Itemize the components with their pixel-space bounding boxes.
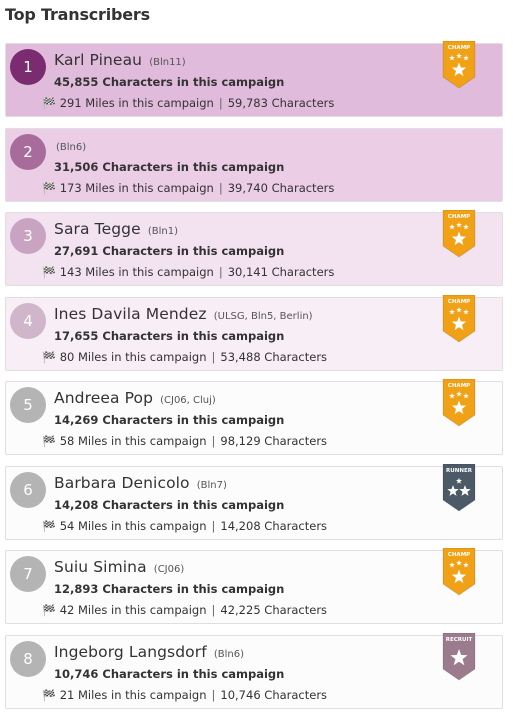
- svg-text:RECRUIT: RECRUIT: [446, 637, 473, 643]
- separator: |: [218, 265, 223, 279]
- transcriber-card[interactable]: 6 Barbara Denicolo (Bln7) 14,208 Charact…: [5, 463, 503, 540]
- separator: |: [211, 687, 216, 702]
- recruit-badge-icon: RECRUIT: [442, 632, 476, 681]
- transcriber-name[interactable]: Barbara Denicolo: [54, 474, 190, 492]
- transcriber-group: (CJ06): [153, 564, 185, 575]
- transcriber-card[interactable]: 7 Suiu Simina (CJ06) 12,893 Characters i…: [5, 548, 503, 624]
- transcriber-group: (Bln1): [147, 226, 178, 237]
- separator: |: [211, 518, 216, 533]
- checkered-flag-icon: 🏁: [42, 350, 56, 364]
- transcriber-group: (ULSG, Bln5, Berlin): [213, 310, 313, 322]
- rank-badge: 5: [10, 387, 46, 423]
- transcriber-card[interactable]: 8 Ingeborg Langsdorf (Bln6) 10,746 Chara…: [5, 632, 503, 709]
- campaign-characters: 27,691 Characters in this campaign: [54, 244, 285, 258]
- rank-badge: 7: [10, 556, 46, 592]
- campaign-characters: 14,269 Characters in this campaign: [54, 413, 285, 427]
- checkered-flag-icon: 🏁: [42, 97, 56, 110]
- transcriber-group: (Bln6): [56, 141, 87, 153]
- campaign-miles: 291 Miles in this campaign: [59, 96, 214, 110]
- checkered-flag-icon: 🏁: [42, 604, 56, 617]
- total-characters: 14,208 Characters: [220, 518, 328, 533]
- campaign-miles: 42 Miles in this campaign: [59, 603, 207, 617]
- rank-badge: 3: [10, 218, 46, 254]
- transcriber-card[interactable]: 5 Andreea Pop (CJ06, Cluj) 14,269 Charac…: [5, 379, 503, 455]
- campaign-characters: 45,855 Characters in this campaign: [54, 75, 285, 89]
- rank-badge: 8: [10, 640, 46, 677]
- total-characters: 98,129 Characters: [220, 434, 328, 448]
- campaign-miles: 143 Miles in this campaign: [59, 265, 214, 279]
- svg-text:CHAMP: CHAMP: [448, 214, 470, 220]
- separator: |: [211, 603, 216, 617]
- runner-badge-icon: RUNNER: [442, 463, 476, 512]
- transcriber-card[interactable]: 4 Ines Davila Mendez (ULSG, Bln5, Berlin…: [5, 294, 503, 371]
- transcriber-group: (Bln7): [196, 479, 227, 491]
- transcriber-card[interactable]: 2 (Bln6) 31,506 Characters in this campa…: [5, 127, 503, 202]
- checkered-flag-icon: 🏁: [42, 266, 56, 279]
- transcriber-name[interactable]: Ingeborg Langsdorf: [54, 643, 207, 661]
- total-characters: 42,225 Characters: [220, 603, 328, 617]
- transcriber-name[interactable]: Suiu Simina: [54, 558, 147, 576]
- campaign-characters: 14,208 Characters in this campaign: [54, 497, 285, 512]
- transcriber-group: (Bln11): [149, 57, 186, 68]
- svg-text:CHAMP: CHAMP: [448, 45, 470, 51]
- svg-text:CHAMP: CHAMP: [448, 552, 470, 558]
- transcriber-card[interactable]: 3 Sara Tegge (Bln1) 27,691 Characters in…: [5, 210, 503, 286]
- svg-text:CHAMP: CHAMP: [448, 299, 470, 305]
- campaign-miles: 21 Miles in this campaign: [59, 687, 207, 702]
- checkered-flag-icon: 🏁: [42, 181, 56, 195]
- champ-badge-icon: CHAMP: [442, 548, 476, 596]
- transcriber-name[interactable]: Andreea Pop: [54, 389, 153, 407]
- total-characters: 59,783 Characters: [227, 96, 335, 110]
- svg-text:CHAMP: CHAMP: [448, 383, 470, 389]
- campaign-characters: 17,655 Characters in this campaign: [54, 328, 285, 343]
- campaign-miles: 58 Miles in this campaign: [59, 434, 207, 448]
- campaign-miles: 80 Miles in this campaign: [59, 349, 207, 364]
- total-characters: 30,141 Characters: [227, 265, 335, 279]
- campaign-characters: 12,893 Characters in this campaign: [54, 582, 285, 596]
- separator: |: [218, 96, 223, 110]
- total-characters: 39,740 Characters: [227, 180, 335, 195]
- separator: |: [218, 180, 223, 195]
- champ-badge-icon: CHAMP: [442, 294, 476, 343]
- total-characters: 53,488 Characters: [220, 349, 328, 364]
- campaign-miles: 173 Miles in this campaign: [59, 180, 214, 195]
- rank-badge: 6: [10, 471, 46, 508]
- champ-badge-icon: CHAMP: [442, 210, 476, 258]
- campaign-miles: 54 Miles in this campaign: [59, 518, 207, 533]
- transcriber-name[interactable]: Ines Davila Mendez: [54, 305, 207, 323]
- campaign-characters: 31,506 Characters in this campaign: [54, 159, 285, 174]
- campaign-characters: 10,746 Characters in this campaign: [54, 666, 285, 681]
- separator: |: [211, 349, 216, 364]
- total-characters: 10,746 Characters: [220, 687, 328, 702]
- checkered-flag-icon: 🏁: [42, 519, 56, 533]
- rank-badge: 1: [10, 49, 46, 85]
- page-title: Top Transcribers: [5, 5, 150, 24]
- transcriber-group: (Bln6): [213, 648, 245, 660]
- transcriber-list: 1 Karl Pineau (Bln11) 45,855 Characters …: [5, 41, 505, 719]
- svg-text:RUNNER: RUNNER: [446, 468, 473, 474]
- transcriber-group: (CJ06, Cluj): [160, 395, 216, 406]
- transcriber-name[interactable]: Sara Tegge: [54, 220, 141, 238]
- checkered-flag-icon: 🏁: [42, 435, 56, 448]
- checkered-flag-icon: 🏁: [42, 688, 56, 702]
- transcriber-name[interactable]: Karl Pineau: [54, 51, 142, 69]
- transcriber-card[interactable]: 1 Karl Pineau (Bln11) 45,855 Characters …: [5, 41, 503, 117]
- rank-badge: 4: [10, 302, 46, 339]
- rank-badge: 2: [10, 133, 46, 170]
- separator: |: [211, 434, 216, 448]
- champ-badge-icon: CHAMP: [442, 41, 476, 89]
- champ-badge-icon: CHAMP: [442, 379, 476, 427]
